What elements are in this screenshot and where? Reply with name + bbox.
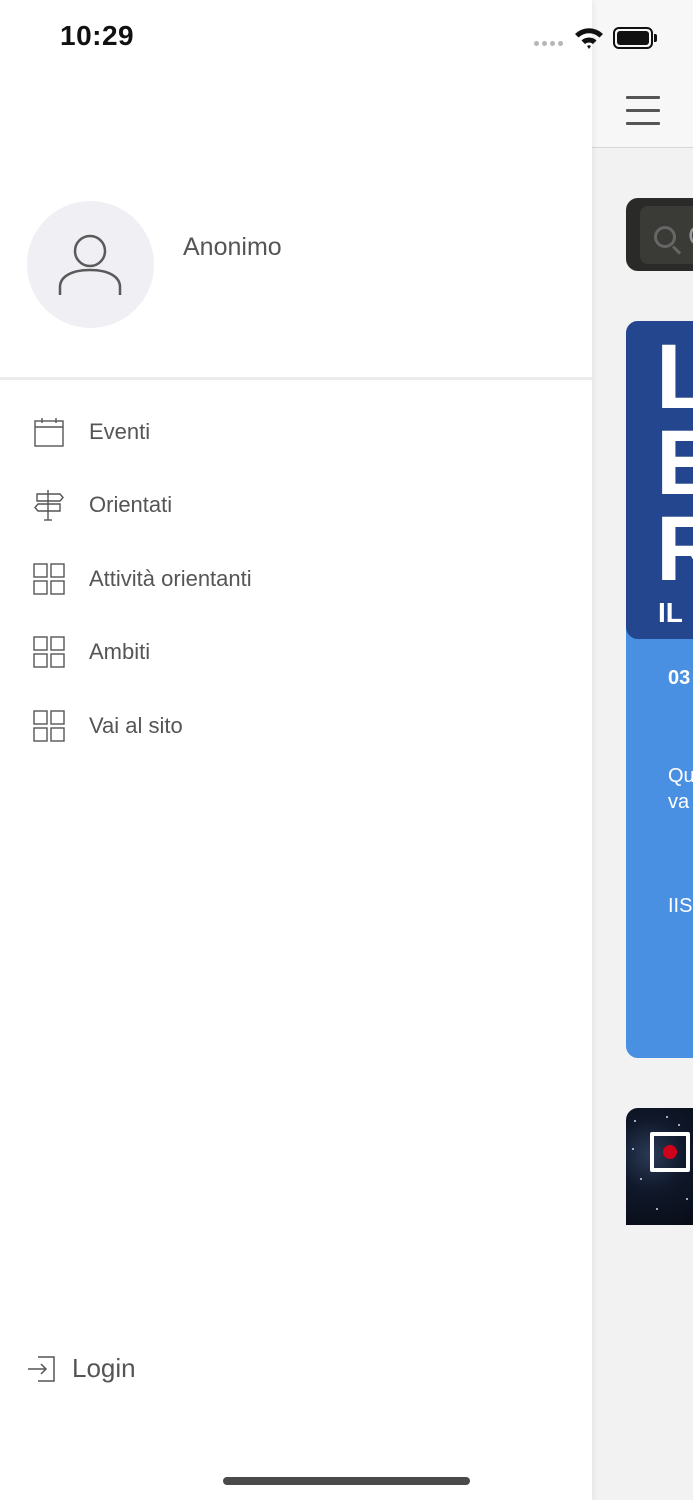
event-banner-image: L E R IL (626, 321, 693, 639)
menu-item-eventi[interactable]: Eventi (0, 401, 592, 465)
grid-icon (33, 636, 65, 668)
banner-letter: L (656, 326, 693, 428)
profile-name: Anonimo (183, 233, 282, 261)
event-description-line-1: Qu (668, 765, 693, 787)
signpost-icon (34, 490, 64, 521)
side-drawer: Anonimo Eventi Orientati Attività orient… (0, 0, 592, 1500)
record-logo-icon (650, 1132, 690, 1172)
menu-item-ambiti[interactable]: Ambiti (0, 621, 592, 685)
banner-letter: E (656, 412, 693, 514)
menu-item-vai-al-sito[interactable]: Vai al sito (0, 695, 592, 759)
menu-label: Attività orientanti (89, 566, 252, 591)
event-description-line-2: va (668, 791, 690, 813)
status-time: 10:29 (60, 20, 135, 51)
avatar[interactable] (27, 201, 154, 328)
login-icon (28, 1356, 55, 1382)
event-date: 03 (668, 667, 691, 689)
search-bar[interactable]: C (626, 198, 693, 271)
cellular-signal-icon (534, 41, 566, 47)
event-card-2[interactable] (626, 1108, 693, 1225)
home-indicator[interactable] (223, 1477, 470, 1485)
search-placeholder: C (688, 220, 693, 252)
event-location: IIS (668, 895, 693, 917)
divider (0, 377, 592, 380)
login-button[interactable]: Login (22, 1348, 222, 1392)
menu-item-attivita-orientanti[interactable]: Attività orientanti (0, 548, 592, 612)
event-card[interactable]: L E R IL 03 Qu va IIS (626, 321, 693, 1058)
wifi-icon (575, 28, 603, 49)
search-input[interactable]: C (640, 206, 693, 264)
user-outline-icon (58, 234, 122, 295)
menu-label: Orientati (89, 492, 173, 517)
menu-label: Ambiti (89, 639, 151, 664)
battery-icon (613, 27, 657, 49)
login-label: Login (72, 1353, 136, 1383)
grid-icon (33, 563, 65, 595)
search-icon (654, 226, 676, 248)
hamburger-menu-icon[interactable] (626, 96, 660, 126)
calendar-icon (34, 418, 64, 447)
menu-label: Eventi (89, 419, 151, 444)
status-bar: 10:29 (0, 0, 693, 76)
menu-label: Vai al sito (89, 713, 183, 738)
grid-icon (33, 710, 65, 742)
menu-item-orientati[interactable]: Orientati (0, 474, 592, 538)
banner-subtitle: IL (658, 597, 683, 628)
banner-letter: R (656, 498, 693, 600)
